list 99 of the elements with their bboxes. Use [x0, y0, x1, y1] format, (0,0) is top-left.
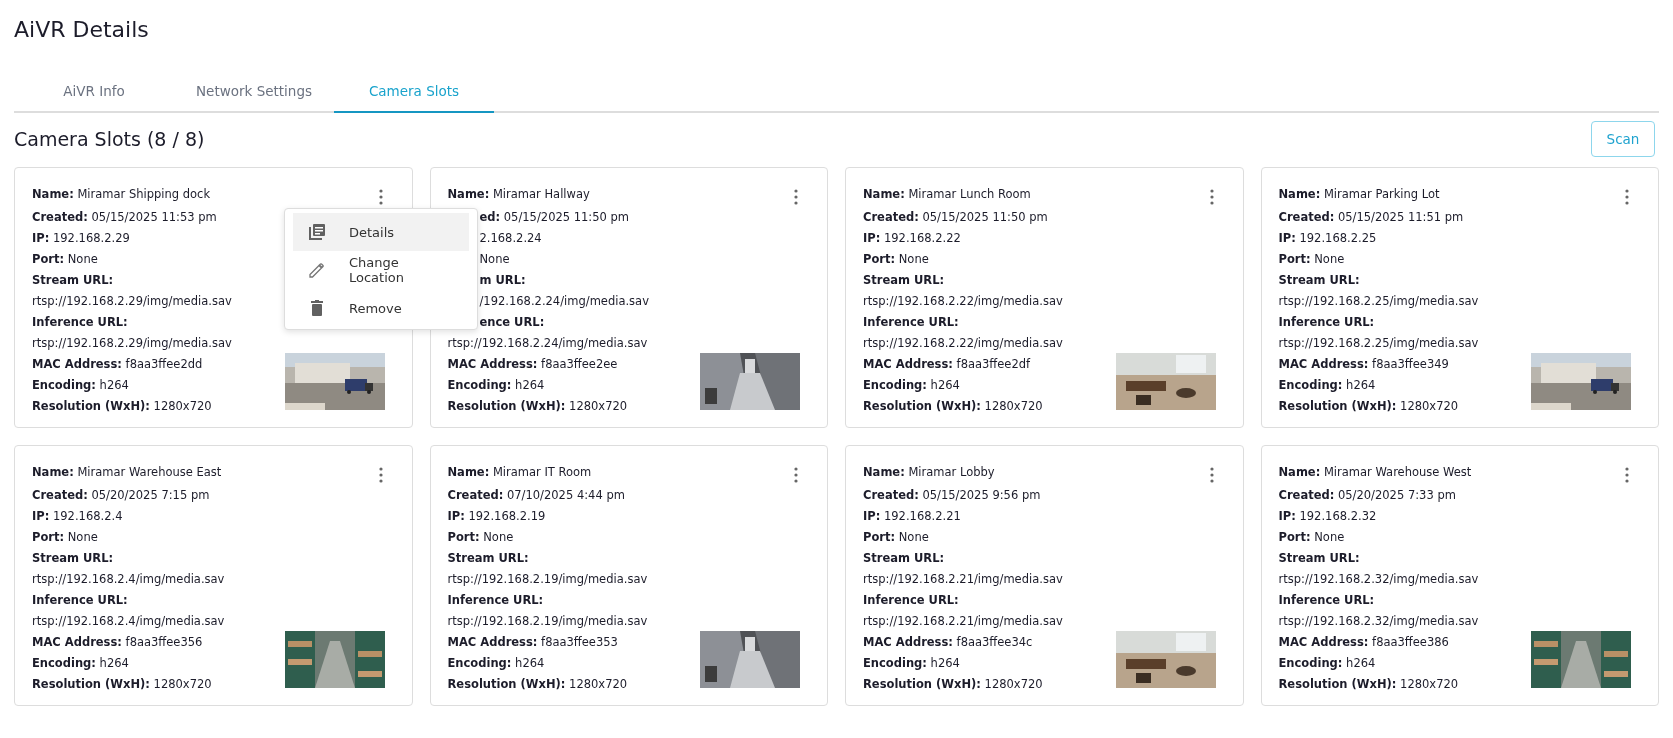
field-value: rtsp://192.168.2.25/img/media.sav — [1278, 293, 1479, 310]
field-label: Inference URL: — [863, 592, 959, 609]
field-text: Encoding: h264 — [863, 377, 960, 394]
field-text: Encoding: h264 — [863, 655, 960, 672]
field-text: Port: None — [32, 251, 98, 268]
field-text: IP: 192.168.2.25 — [1278, 230, 1377, 247]
field-label: Stream URL: — [1278, 272, 1360, 289]
field-text: Name: Miramar Hallway — [447, 186, 590, 203]
field-label: Stream URL: — [863, 272, 945, 289]
field-value: rtsp://192.168.2.4/img/media.sav — [32, 613, 225, 630]
menu-item[interactable]: Change Location — [293, 251, 469, 289]
menu-item[interactable]: Remove — [293, 289, 469, 327]
field-text: Name: Miramar Lobby — [863, 464, 995, 481]
page-title: AiVR Details — [14, 16, 149, 44]
field-text: Name: Miramar IT Room — [447, 464, 592, 481]
field-text: Created: 07/10/2025 4:44 pm — [447, 487, 625, 504]
field-label: Stream URL: — [32, 272, 114, 289]
field-text: Resolution (WxH): 1280x720 — [32, 676, 212, 693]
list-icon — [307, 222, 327, 242]
menu-item[interactable]: Details — [293, 213, 469, 251]
field-text: Port: None — [447, 529, 514, 546]
field-text: Resolution (WxH): 1280x720 — [32, 398, 212, 415]
field-text: Port: None — [1278, 529, 1345, 546]
field-value: rtsp://192.168.2.19/img/media.sav — [447, 613, 648, 630]
field-label: Stream URL: — [1278, 550, 1360, 567]
field-text: ed: 05/15/2025 11:50 pm — [479, 209, 630, 226]
field-text: MAC Address: f8aa3ffee2ee — [447, 356, 618, 373]
field-label: ence URL: — [479, 314, 545, 331]
field-value: rtsp://192.168.2.4/img/media.sav — [32, 571, 225, 588]
field-value: /192.168.2.24/img/media.sav — [479, 293, 649, 310]
field-text: MAC Address: f8aa3ffee2df — [863, 356, 1031, 373]
field-text: Name: Miramar Shipping dock — [32, 186, 211, 203]
field-text: Port: None — [1278, 251, 1345, 268]
field-text: Encoding: h264 — [447, 655, 545, 672]
field-text: Resolution (WxH): 1280x720 — [447, 676, 628, 693]
field-text: MAC Address: f8aa3ffee2dd — [32, 356, 203, 373]
pencil-icon — [307, 260, 327, 280]
field-text: Created: 05/20/2025 7:33 pm — [1278, 487, 1456, 504]
field-value: rtsp://192.168.2.24/img/media.sav — [447, 335, 648, 352]
field-text: Created: 05/15/2025 11:53 pm — [32, 209, 217, 226]
scan-button[interactable]: Scan — [1591, 121, 1655, 157]
field-label: Inference URL: — [32, 314, 128, 331]
field-text: Encoding: h264 — [1278, 377, 1376, 394]
field-text: Resolution (WxH): 1280x720 — [1278, 398, 1459, 415]
field-text: MAC Address: f8aa3ffee34c — [863, 634, 1033, 651]
field-value: rtsp://192.168.2.29/img/media.sav — [32, 293, 232, 310]
field-value: 2.168.2.24 — [479, 230, 542, 247]
field-text: IP: 192.168.2.29 — [32, 230, 130, 247]
field-text: Port: None — [863, 251, 929, 268]
field-text: Encoding: h264 — [32, 655, 129, 672]
field-value: None — [479, 251, 510, 268]
field-text: MAC Address: f8aa3ffee349 — [1278, 356, 1449, 373]
field-value: rtsp://192.168.2.19/img/media.sav — [447, 571, 648, 588]
field-value: rtsp://192.168.2.22/img/media.sav — [863, 293, 1063, 310]
field-text: Encoding: h264 — [447, 377, 545, 394]
field-text: MAC Address: f8aa3ffee386 — [1278, 634, 1449, 651]
field-text: Name: Miramar Parking Lot — [1278, 186, 1440, 203]
field-value: rtsp://192.168.2.25/img/media.sav — [1278, 335, 1479, 352]
field-text: IP: 192.168.2.22 — [863, 230, 961, 247]
field-text: IP: 192.168.2.32 — [1278, 508, 1377, 525]
field-text: Created: 05/15/2025 11:50 pm — [863, 209, 1048, 226]
tab[interactable]: AiVR Info — [14, 71, 174, 113]
field-label: Inference URL: — [1278, 314, 1375, 331]
field-text: MAC Address: f8aa3ffee353 — [447, 634, 618, 651]
field-text: Port: None — [863, 529, 929, 546]
field-label: Stream URL: — [447, 550, 529, 567]
field-text: Name: Miramar Warehouse East — [32, 464, 222, 481]
tab[interactable]: Camera Slots — [334, 71, 494, 113]
section-heading: Camera Slots (8 / 8) — [14, 128, 205, 150]
field-value: rtsp://192.168.2.29/img/media.sav — [32, 335, 232, 352]
field-text: Encoding: h264 — [32, 377, 129, 394]
field-text: Resolution (WxH): 1280x720 — [447, 398, 628, 415]
field-text: IP: 192.168.2.4 — [32, 508, 123, 525]
field-value: rtsp://192.168.2.22/img/media.sav — [863, 335, 1063, 352]
field-value: rtsp://192.168.2.32/img/media.sav — [1278, 613, 1479, 630]
field-text: Port: None — [32, 529, 98, 546]
field-text: Resolution (WxH): 1280x720 — [863, 676, 1043, 693]
field-text: Created: 05/15/2025 11:51 pm — [1278, 209, 1464, 226]
field-label: Inference URL: — [32, 592, 128, 609]
field-text: Resolution (WxH): 1280x720 — [863, 398, 1043, 415]
field-label: Stream URL: — [32, 550, 114, 567]
field-text: IP: 192.168.2.21 — [863, 508, 961, 525]
field-text: Resolution (WxH): 1280x720 — [1278, 676, 1459, 693]
field-value: rtsp://192.168.2.32/img/media.sav — [1278, 571, 1479, 588]
field-text: Name: Miramar Warehouse West — [1278, 464, 1472, 481]
field-text: Encoding: h264 — [1278, 655, 1376, 672]
tab[interactable]: Network Settings — [174, 71, 334, 113]
field-text: IP: 192.168.2.19 — [447, 508, 546, 525]
field-label: m URL: — [479, 272, 526, 289]
field-text: Created: 05/15/2025 9:56 pm — [863, 487, 1041, 504]
field-text: MAC Address: f8aa3ffee356 — [32, 634, 203, 651]
field-label: Stream URL: — [863, 550, 945, 567]
field-value: rtsp://192.168.2.21/img/media.sav — [863, 613, 1063, 630]
field-label: Inference URL: — [863, 314, 959, 331]
field-text: Created: 05/20/2025 7:15 pm — [32, 487, 210, 504]
field-label: Inference URL: — [1278, 592, 1375, 609]
field-value: rtsp://192.168.2.21/img/media.sav — [863, 571, 1063, 588]
field-text: Name: Miramar Lunch Room — [863, 186, 1031, 203]
field-label: Inference URL: — [447, 592, 544, 609]
